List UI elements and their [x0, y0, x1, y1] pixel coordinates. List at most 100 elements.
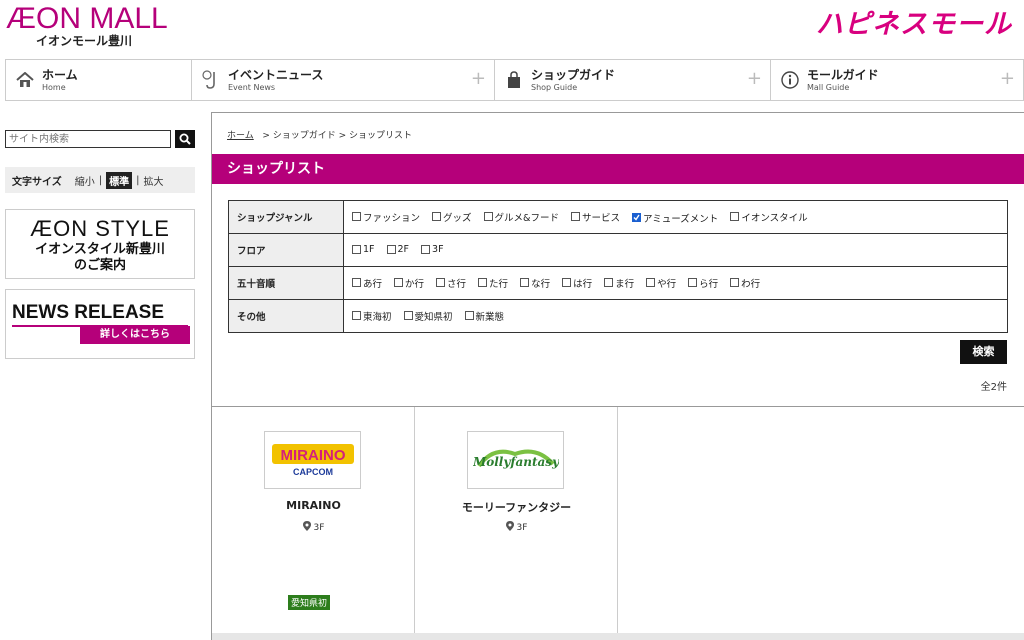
filter-checkbox-genre_options[interactable]: イオンスタイル — [730, 210, 808, 224]
filter-checkbox-genre_options[interactable]: アミューズメント — [631, 211, 719, 225]
checkbox-label: あ行 — [363, 278, 383, 290]
filter-checkbox-genre_options[interactable]: サービス — [570, 210, 620, 224]
expand-plus-icon[interactable]: + — [1000, 70, 1015, 88]
breadcrumb-home[interactable]: ホーム — [227, 131, 254, 141]
nav-event-news[interactable]: イベントニュース Event News + — [192, 60, 495, 100]
filter-checkbox-floor_options[interactable]: 1F — [352, 244, 375, 255]
font-size-small[interactable]: 縮小 — [75, 173, 95, 188]
checkbox-label: さ行 — [447, 278, 467, 290]
happiness-mall-logo[interactable]: ハピネスモール — [816, 2, 1012, 41]
aeon-style-banner[interactable]: ÆON STYLE イオンスタイル新豊川 のご案内 — [5, 209, 195, 279]
filter-checkbox-genre_options[interactable]: グッズ — [432, 210, 472, 224]
nav-event-sub: Event News — [228, 82, 276, 92]
separator: | — [136, 174, 140, 186]
aeon-mall-logo[interactable]: ÆON MALL イオンモール豊川 — [6, 4, 168, 49]
nav-home[interactable]: ホーム Home — [6, 60, 192, 100]
checkbox-unchecked[interactable] — [562, 278, 572, 288]
checkbox-label: アミューズメント — [642, 213, 719, 225]
svg-text:CAPCOM: CAPCOM — [293, 467, 333, 477]
checkbox-unchecked[interactable] — [730, 278, 740, 288]
checkbox-unchecked[interactable] — [646, 278, 656, 288]
font-size-standard[interactable]: 標準 — [106, 171, 133, 189]
checkbox-unchecked[interactable] — [352, 244, 361, 254]
site-search — [5, 130, 195, 148]
filter-checkbox-other_options[interactable]: 新業態 — [464, 309, 504, 323]
checkbox-unchecked[interactable] — [352, 311, 361, 321]
filter-checkbox-kana_options[interactable]: ら行 — [688, 276, 718, 290]
shop-card[interactable]: MIRAINO CAPCOM MIRAINO 3F 愛知県初 — [212, 407, 415, 633]
checkbox-unchecked[interactable] — [394, 278, 404, 288]
filter-checkbox-kana_options[interactable]: か行 — [394, 276, 424, 290]
aeon-style-line1: イオンスタイル新豊川 — [35, 242, 165, 257]
filter-checkbox-floor_options[interactable]: 3F — [421, 244, 444, 255]
filter-checkbox-other_options[interactable]: 東海初 — [352, 309, 392, 323]
shop-card[interactable]: Mollyfantasy モーリーファンタジー 3F — [415, 407, 618, 633]
checkbox-unchecked[interactable] — [421, 244, 431, 254]
checkbox-label: は行 — [573, 278, 593, 290]
filter-checkbox-genre_options[interactable]: ファッション — [352, 210, 420, 224]
aeon-style-brand: ÆON STYLE — [30, 216, 170, 241]
checkbox-unchecked[interactable] — [403, 311, 413, 321]
shop-filter-table: ショップジャンル ファッション グッズ グルメ&フード サービス アミューズメント イオン… — [228, 200, 1008, 333]
filter-row-other: その他 東海初 愛知県初 新業態 — [228, 299, 1008, 333]
filter-checkbox-kana_options[interactable]: わ行 — [730, 276, 760, 290]
checkbox-unchecked[interactable] — [352, 278, 361, 288]
shop-logo-miraino[interactable]: MIRAINO CAPCOM — [264, 431, 361, 489]
shop-logo-mollyfantasy[interactable]: Mollyfantasy — [467, 431, 564, 489]
nav-mall-label: モールガイド — [807, 67, 879, 82]
checkbox-unchecked[interactable] — [352, 212, 361, 221]
checkbox-unchecked[interactable] — [478, 278, 488, 288]
checkbox-unchecked[interactable] — [436, 278, 446, 288]
expand-plus-icon[interactable]: + — [471, 70, 486, 88]
filter-checkbox-kana_options[interactable]: は行 — [562, 276, 592, 290]
nav-shop-guide[interactable]: ショップガイド Shop Guide + — [495, 60, 771, 100]
font-size-large[interactable]: 拡大 — [143, 173, 163, 188]
filter-checkbox-floor_options[interactable]: 2F — [386, 244, 409, 255]
filter-checkbox-kana_options[interactable]: あ行 — [352, 276, 382, 290]
checkbox-label: か行 — [405, 278, 425, 290]
filter-checkbox-other_options[interactable]: 愛知県初 — [403, 309, 453, 323]
checkbox-unchecked[interactable] — [464, 311, 474, 321]
aeon-style-line2: のご案内 — [73, 258, 126, 273]
checkbox-label: わ行 — [741, 278, 761, 290]
checkbox-unchecked[interactable] — [730, 212, 740, 221]
checkbox-unchecked[interactable] — [432, 212, 442, 221]
site-search-button[interactable] — [175, 130, 195, 148]
filter-checkbox-kana_options[interactable]: な行 — [520, 276, 550, 290]
expand-plus-icon[interactable]: + — [747, 70, 762, 88]
checkbox-label: な行 — [531, 278, 551, 290]
shop-name[interactable]: MIRAINO — [212, 499, 415, 512]
filter-checkbox-kana_options[interactable]: や行 — [646, 276, 676, 290]
nav-mall-sub: Mall Guide — [807, 82, 850, 92]
search-icon — [179, 133, 191, 145]
filter-checkbox-kana_options[interactable]: た行 — [478, 276, 508, 290]
checkbox-label: グッズ — [443, 212, 472, 224]
separator: | — [98, 174, 103, 186]
shop-floor: 3F — [415, 521, 618, 533]
news-release-more: 詳しくはこちら — [80, 326, 190, 344]
filter-genre-options: ファッション グッズ グルメ&フード サービス アミューズメント イオンスタイル — [343, 200, 1008, 234]
filter-checkbox-genre_options[interactable]: グルメ&フード — [483, 210, 559, 224]
shop-name[interactable]: モーリーファンタジー — [415, 499, 618, 515]
search-button[interactable]: 検索 — [960, 340, 1007, 364]
shop-tag-badge: 愛知県初 — [288, 595, 331, 610]
nav-mall-guide[interactable]: モールガイド Mall Guide + — [771, 60, 1023, 100]
site-search-input[interactable] — [5, 130, 171, 148]
home-icon — [14, 69, 36, 91]
global-nav: ホーム Home イベントニュース Event News + ショップガイド Shop… — [5, 59, 1024, 101]
filter-checkbox-kana_options[interactable]: ま行 — [604, 276, 634, 290]
checkbox-unchecked[interactable] — [688, 278, 698, 288]
checkbox-unchecked[interactable] — [604, 278, 614, 288]
info-icon — [779, 69, 801, 91]
news-release-banner[interactable]: NEWS RELEASE 詳しくはこちら — [5, 289, 195, 359]
checkbox-unchecked[interactable] — [386, 244, 396, 254]
checkbox-unchecked[interactable] — [570, 212, 580, 221]
filter-other-label: その他 — [228, 299, 344, 333]
font-size-label: 文字サイズ — [12, 176, 62, 188]
filter-floor-label: フロア — [228, 233, 344, 267]
checkbox-unchecked[interactable] — [483, 212, 493, 221]
checkbox-checked[interactable] — [631, 213, 641, 222]
checkbox-unchecked[interactable] — [520, 278, 530, 288]
filter-checkbox-kana_options[interactable]: さ行 — [436, 276, 466, 290]
header: ÆON MALL イオンモール豊川 ハピネスモール — [0, 0, 1024, 58]
